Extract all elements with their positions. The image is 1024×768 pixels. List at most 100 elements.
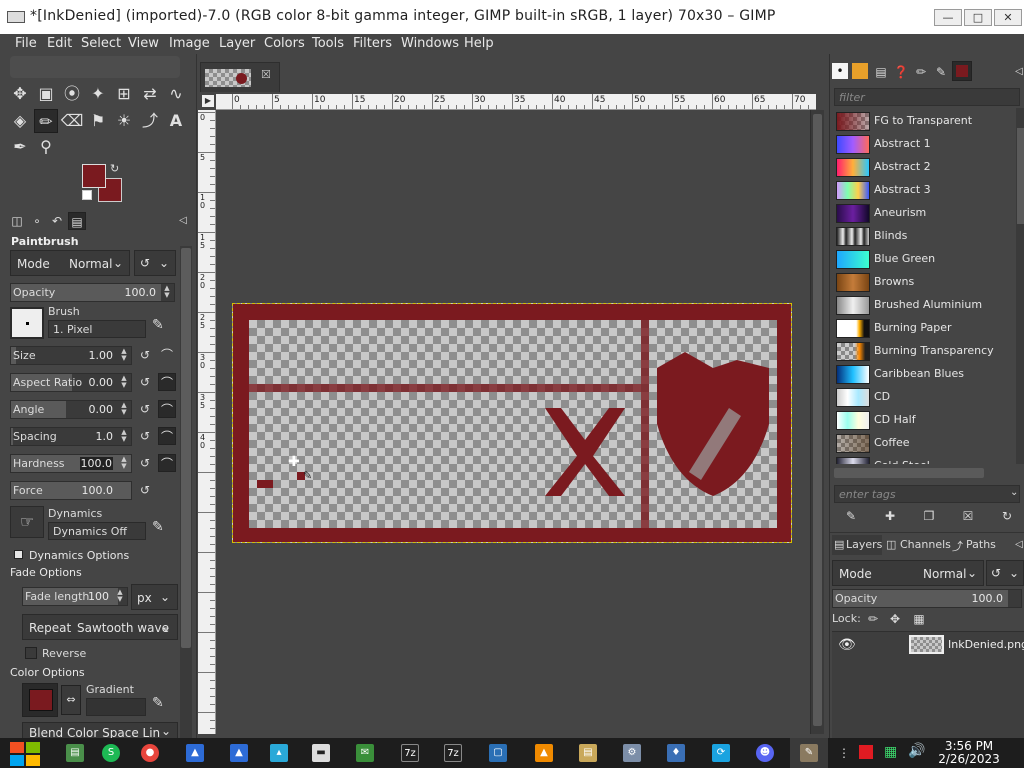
gradients-hscroll-thumb[interactable] <box>834 468 984 478</box>
lock-pixels-icon[interactable]: ✏ <box>864 610 882 628</box>
layer-mode-combo[interactable]: Mode Normal ⌄ <box>832 560 984 586</box>
dynamics-options-expander[interactable] <box>14 550 23 559</box>
gradient-item[interactable]: Aneurism <box>834 202 1012 224</box>
spin-icon[interactable]: ▲ ▼ <box>119 402 129 417</box>
reset-hardness-icon[interactable]: ↺ <box>136 454 154 472</box>
configure-layers-dock-icon[interactable]: ◁ <box>1010 536 1024 554</box>
refresh-gradients-icon[interactable]: ↻ <box>998 507 1016 525</box>
overflow-icon[interactable]: ⋮ <box>838 746 850 760</box>
vlc-icon[interactable]: ▲ <box>535 744 553 762</box>
image-canvas[interactable]: ✚ ✎ <box>232 303 792 543</box>
close-tab-icon[interactable]: ☒ <box>261 68 271 81</box>
tab-paths[interactable]: Paths ⤴ <box>950 535 1002 555</box>
spin-icon[interactable]: ▲ ▼ <box>115 589 125 604</box>
gradient-item[interactable]: Abstract 3 <box>834 179 1012 201</box>
gradient-item[interactable]: Cold Steel <box>834 455 1012 464</box>
network-icon[interactable]: ▦ <box>884 744 897 760</box>
gradients-tab-icon[interactable] <box>952 61 972 81</box>
undo-history-tab-icon[interactable]: ↶ <box>48 212 66 230</box>
brush-preview[interactable] <box>10 307 44 339</box>
gradient-item[interactable]: Caribbean Blues <box>834 363 1012 385</box>
taskbar-app-icon[interactable]: ⚙ <box>623 744 641 762</box>
configure-tab-icon[interactable]: ◁ <box>174 212 192 230</box>
gradient-item[interactable]: Browns <box>834 271 1012 293</box>
tool-options-tab-icon[interactable]: ◫ <box>8 212 26 230</box>
filter-input[interactable]: filter <box>834 88 1020 106</box>
edit-gradient-icon[interactable]: ✎ <box>152 695 164 711</box>
crop-tool-icon[interactable]: ⊞ <box>112 82 136 106</box>
gradient-item[interactable]: CD <box>834 386 1012 408</box>
maximize-icon[interactable]: □ <box>964 9 992 26</box>
gradient-item[interactable]: Abstract 1 <box>834 133 1012 155</box>
link-angle-icon[interactable]: ⌒ <box>158 400 176 418</box>
spin-icon[interactable]: ▲ ▼ <box>119 456 129 471</box>
taskbar-app-icon[interactable]: ✉ <box>356 744 374 762</box>
rect-select-tool-icon[interactable]: ▣ <box>34 82 58 106</box>
7zip-icon[interactable]: 7z <box>444 744 462 762</box>
menu-tools[interactable]: Tools <box>312 34 344 54</box>
eraser-tool-icon[interactable]: ⌫ <box>60 109 84 133</box>
reset-spacing-icon[interactable]: ↺ <box>136 427 154 445</box>
smudge-tool-icon[interactable]: ☀ <box>112 109 136 133</box>
canvas-vertical-scrollbar[interactable] <box>810 110 824 734</box>
7zip-icon[interactable]: 7z <box>401 744 419 762</box>
warp-tool-icon[interactable]: ∿ <box>164 82 188 106</box>
spin-icon[interactable]: ▲ ▼ <box>119 375 129 390</box>
edit-brush-icon[interactable]: ✎ <box>152 317 164 333</box>
fade-length-slider[interactable]: Fade length 100 ▲ ▼ <box>22 587 128 606</box>
tool-options-scroll-thumb[interactable] <box>181 248 191 648</box>
reset-force-icon[interactable]: ↺ <box>136 481 154 499</box>
color-options-swatch-frame[interactable] <box>22 683 58 717</box>
delete-gradient-icon[interactable]: ☒ <box>959 507 977 525</box>
gradient-item[interactable]: Brushed Aluminium <box>834 294 1012 316</box>
tab-channels[interactable]: Channels ◫ <box>884 535 951 555</box>
menu-view[interactable]: View <box>128 34 159 54</box>
spotify-icon[interactable]: S <box>102 744 120 762</box>
hardness-value[interactable]: 100.0 <box>79 457 113 470</box>
spacing-slider[interactable]: Spacing 1.0 ▲ ▼ <box>10 427 132 446</box>
transform-tool-icon[interactable]: ⇄ <box>138 82 162 106</box>
text-tool-icon[interactable]: A <box>164 109 188 133</box>
gradient-item[interactable]: Abstract 2 <box>834 156 1012 178</box>
hardness-slider[interactable]: Hardness 100.0 ▲ ▼ <box>10 454 132 473</box>
windows-start-icon[interactable] <box>10 742 42 766</box>
lock-position-icon[interactable]: ✥ <box>886 610 904 628</box>
size-slider[interactable]: Size 1.00 ▲ ▼ <box>10 346 132 365</box>
gradient-reverse-icon[interactable]: ⇔ <box>61 685 81 715</box>
paintbrush-tool-icon[interactable]: ✏ <box>34 109 58 133</box>
new-gradient-icon[interactable]: ✚ <box>881 507 899 525</box>
minimize-icon[interactable]: — <box>934 9 962 26</box>
reset-aspect-icon[interactable]: ↺ <box>136 373 154 391</box>
taskbar-app-icon[interactable]: ▢ <box>489 744 507 762</box>
gradient-item[interactable]: Coffee <box>834 432 1012 454</box>
layer-opacity-slider[interactable]: Opacity 100.0 <box>832 589 1022 608</box>
angle-slider[interactable]: Angle 0.00 ▲ ▼ <box>10 400 132 419</box>
paint-dynamics-tab-icon[interactable]: ✏ <box>912 63 930 81</box>
gradient-field[interactable] <box>86 698 146 716</box>
paths-tool-icon[interactable]: ⤴ <box>138 109 162 133</box>
gradient-item[interactable]: FG to Transparent <box>834 110 1012 132</box>
clone-tool-icon[interactable]: ⚑ <box>86 109 110 133</box>
mode-reset-combo[interactable]: ↺ ⌄ <box>134 250 176 276</box>
fonts-tab-icon[interactable]: ▤ <box>872 63 890 81</box>
menu-layer[interactable]: Layer <box>219 34 255 54</box>
spin-icon[interactable]: ▲ ▼ <box>162 285 172 300</box>
clock[interactable]: 3:56 PM 2/26/2023 <box>934 740 1004 766</box>
lasso-tool-icon[interactable]: ⦿ <box>60 82 84 106</box>
taskbar-app-icon[interactable]: ⟳ <box>712 744 730 762</box>
chrome-icon[interactable]: ● <box>141 744 159 762</box>
tool-options-scrollbar[interactable] <box>180 246 192 738</box>
chevron-down-icon[interactable]: ⌄ <box>1010 487 1018 498</box>
layer-name[interactable]: InkDenied.png <box>948 638 1024 651</box>
opacity-slider[interactable]: Opacity 100.0 ▲ ▼ <box>10 283 175 302</box>
gradient-item[interactable]: Burning Transparency <box>834 340 1012 362</box>
taskbar-app-icon[interactable]: ▤ <box>66 744 84 762</box>
dynamics-field[interactable]: Dynamics Off <box>48 522 146 540</box>
menu-image[interactable]: Image <box>169 34 210 54</box>
discord-icon[interactable]: ☻ <box>756 744 774 762</box>
flag-icon[interactable] <box>859 745 873 759</box>
layer-mode-reset-combo[interactable]: ↺ ⌄ <box>986 560 1024 586</box>
gradient-item[interactable]: Blue Green <box>834 248 1012 270</box>
color-picker-tool-icon[interactable]: ✒ <box>8 135 32 159</box>
brushes-tab-icon[interactable]: • <box>832 63 848 79</box>
